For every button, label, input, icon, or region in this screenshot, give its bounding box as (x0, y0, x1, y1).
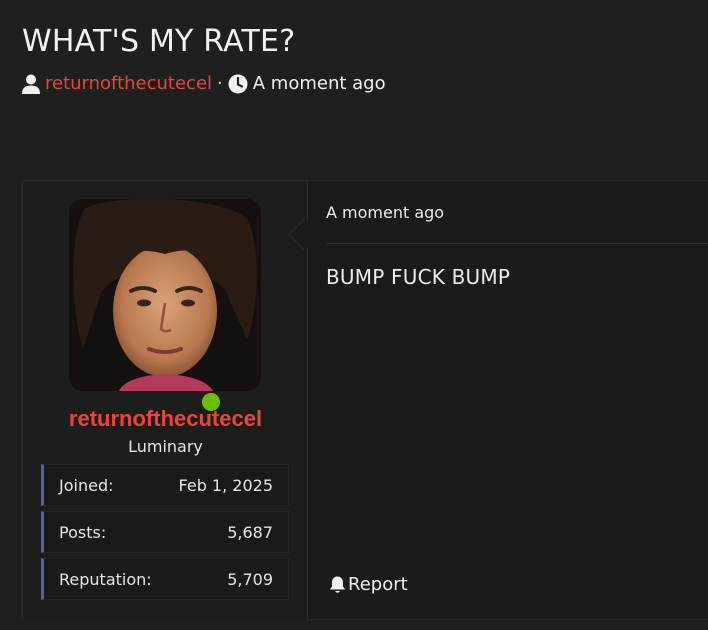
user-icon (22, 74, 40, 94)
stat-value: Feb 1, 2025 (178, 475, 273, 495)
stat-joined: Joined: Feb 1, 2025 (41, 464, 289, 506)
stat-reputation: Reputation: 5,709 (41, 558, 289, 600)
stat-value: 5,687 (227, 522, 273, 542)
post-author-username[interactable]: returnofthecutecel (23, 406, 308, 432)
avatar-wrapper (69, 199, 261, 413)
thread-meta: returnofthecutecel · A moment ago (22, 72, 386, 96)
stat-label: Posts: (59, 522, 107, 542)
post-divider (326, 243, 708, 244)
post-body: BUMP FUCK BUMP (326, 265, 511, 289)
avatar[interactable] (69, 199, 261, 391)
user-title: Luminary (128, 437, 203, 456)
post-author-sidebar: returnofthecutecel Luminary Joined: Feb … (23, 181, 308, 621)
thread-author-link[interactable]: returnofthecutecel (45, 72, 212, 96)
thread-time: A moment ago (252, 73, 386, 94)
thread-page: WHAT'S MY RATE? returnofthecutecel · A m… (0, 0, 708, 630)
thread-title: WHAT'S MY RATE? (22, 24, 296, 59)
bell-icon (329, 576, 346, 594)
report-button[interactable]: Report (329, 574, 408, 595)
stat-value: 5,709 (227, 569, 273, 589)
stat-label: Joined: (59, 475, 114, 495)
stat-label: Reputation: (59, 569, 152, 589)
post-date: A moment ago (326, 203, 445, 222)
stat-posts: Posts: 5,687 (41, 511, 289, 553)
meta-separator: · (217, 73, 223, 94)
post-container: returnofthecutecel Luminary Joined: Feb … (22, 180, 708, 621)
clock-icon (228, 74, 248, 94)
report-label: Report (348, 574, 408, 595)
